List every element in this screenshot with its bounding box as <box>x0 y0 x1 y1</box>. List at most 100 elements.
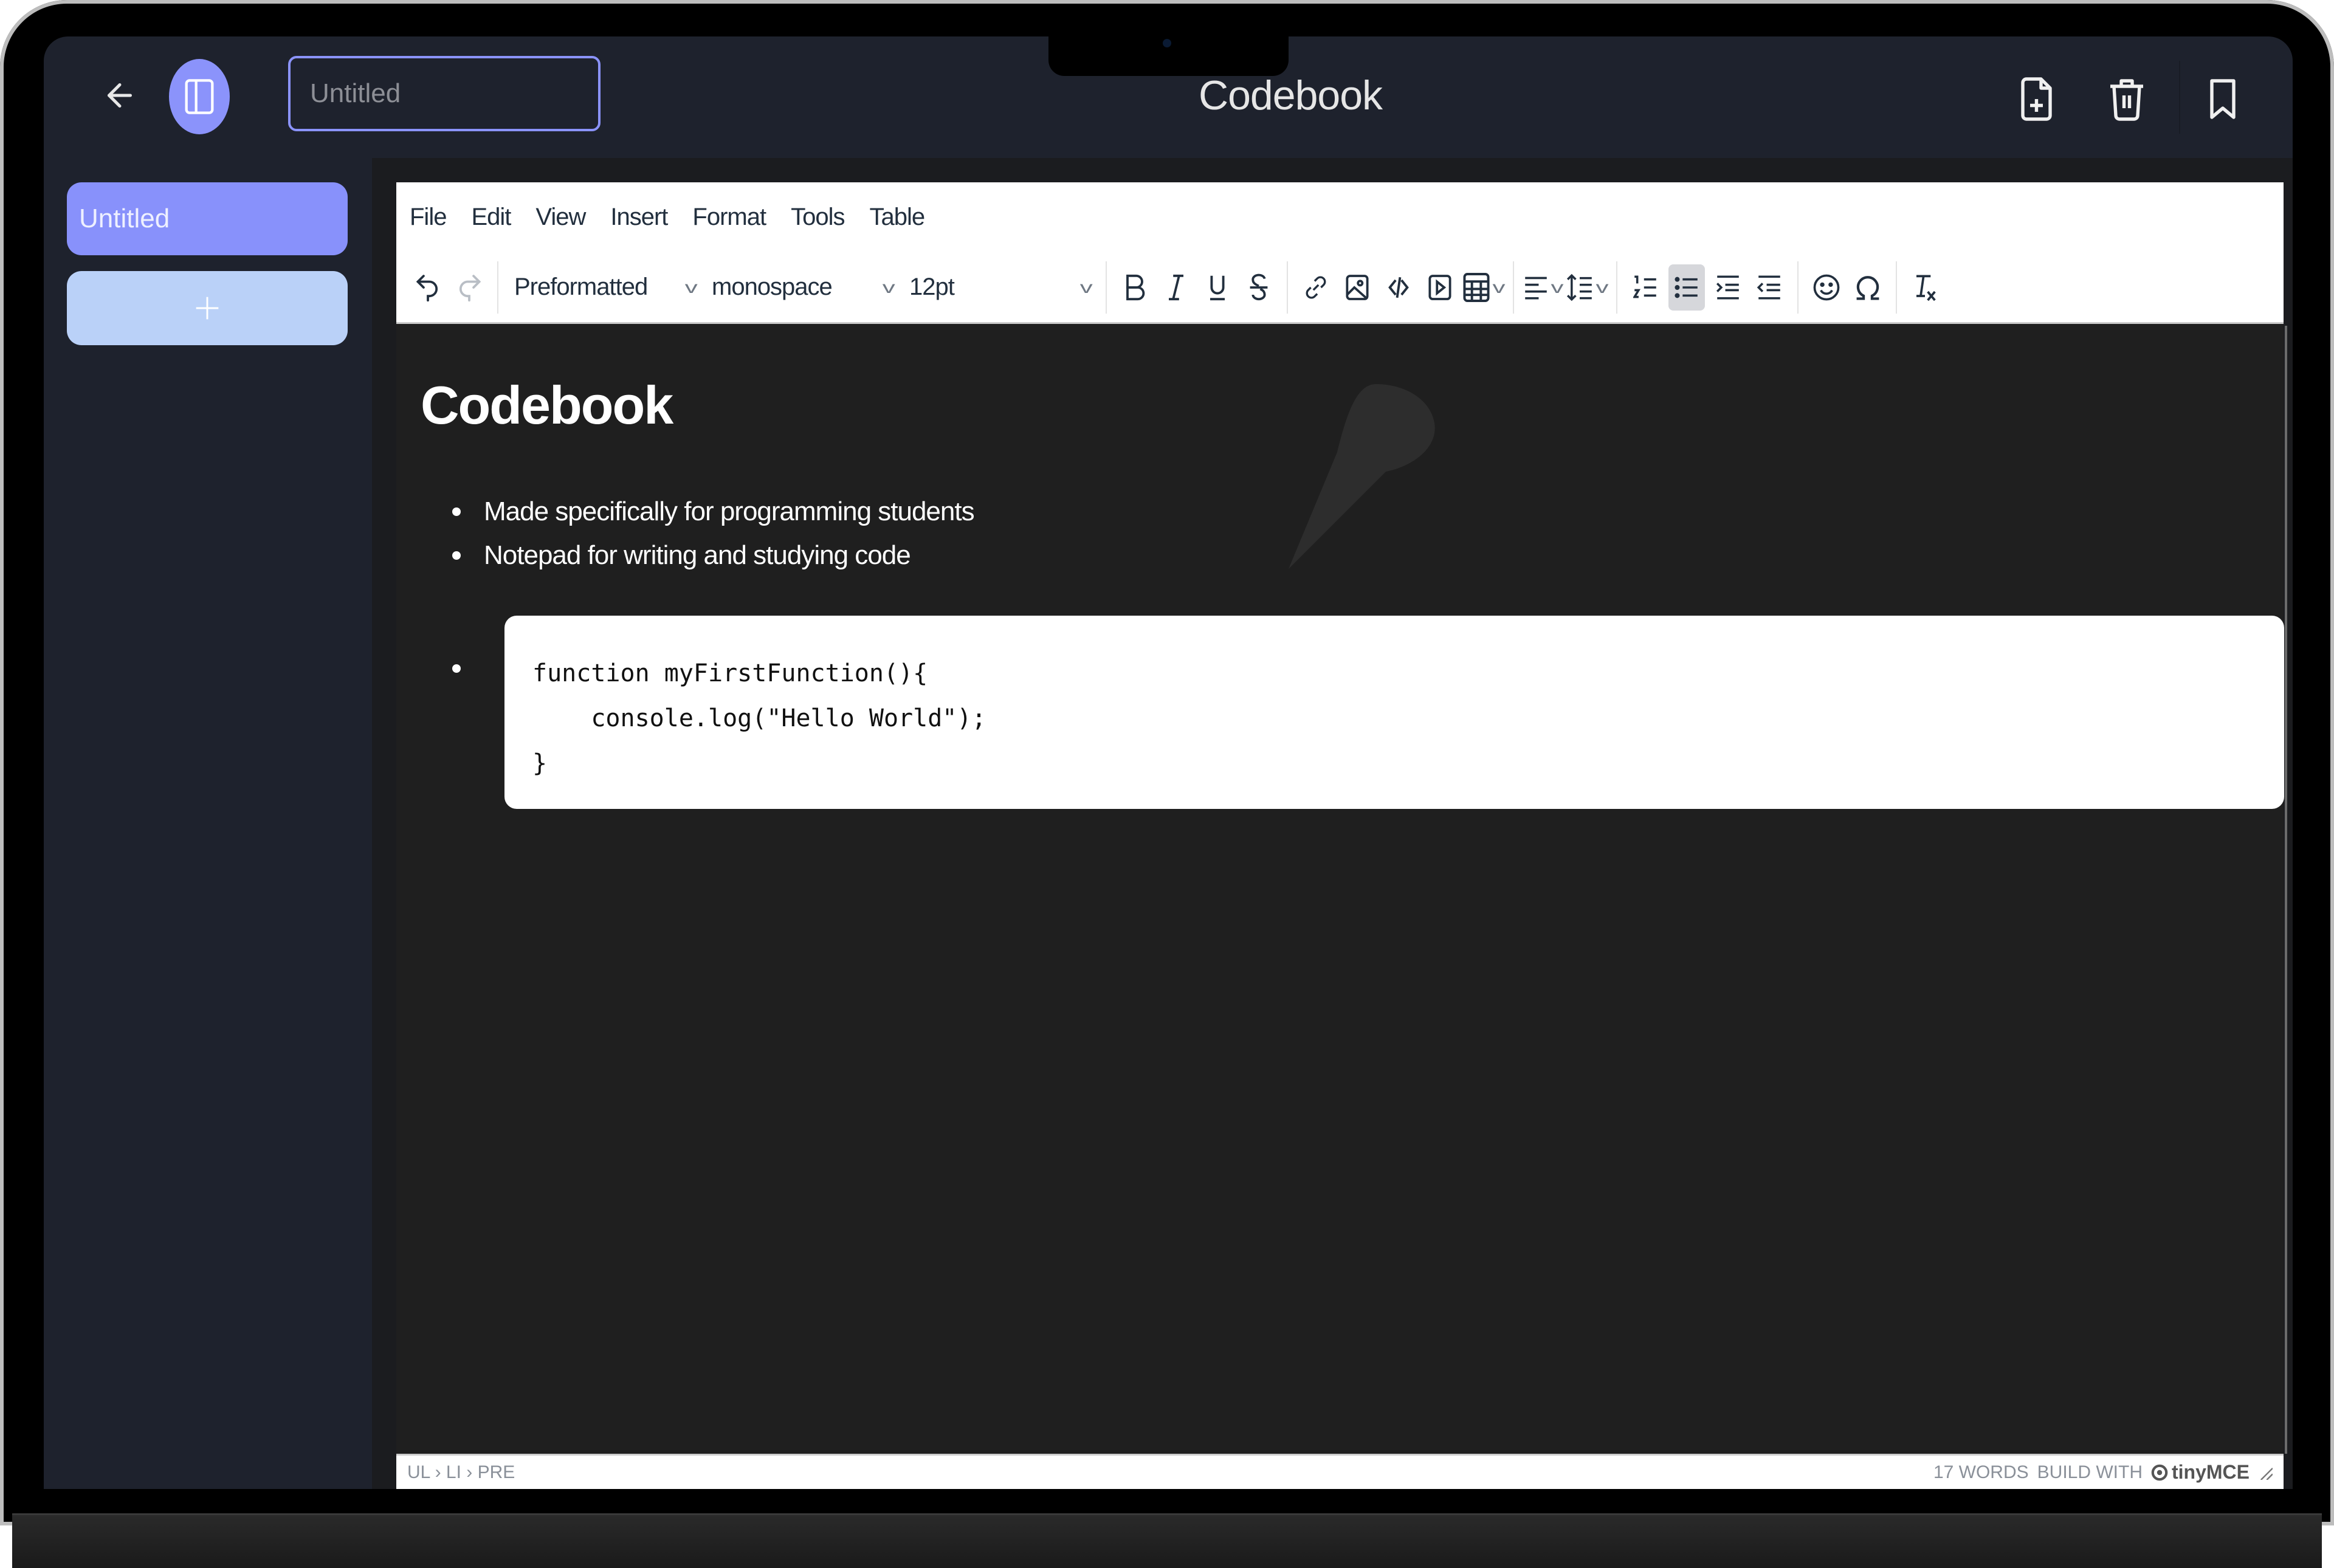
redo-icon <box>460 274 481 301</box>
toolbar-separator <box>497 261 498 314</box>
build-with-label: BUILD WITH <box>2037 1462 2143 1482</box>
list-item: Notepad for writing and studying code <box>421 534 974 577</box>
app-screen: Codebook Untitled File Edit View Insert <box>44 36 2293 1489</box>
menu-format[interactable]: Format <box>692 204 766 231</box>
link-button[interactable] <box>1298 264 1334 311</box>
block-format-select[interactable]: Preformatted v <box>506 264 703 311</box>
underline-button[interactable] <box>1199 264 1236 311</box>
pen-nib-watermark-icon <box>1289 384 1435 569</box>
menu-view[interactable]: View <box>535 204 586 231</box>
table-icon <box>1463 272 1490 302</box>
special-character-button[interactable] <box>1850 264 1886 311</box>
italic-icon <box>1169 274 1183 300</box>
code-list-item: function myFirstFunction(){ console.log(… <box>421 616 2284 809</box>
code-line: } <box>532 749 548 777</box>
file-plus-icon <box>2021 77 2052 121</box>
redo-button[interactable] <box>451 264 487 311</box>
media-button[interactable] <box>1422 264 1458 311</box>
clear-formatting-button[interactable] <box>1907 264 1943 311</box>
image-icon <box>1346 274 1369 300</box>
strikethrough-icon <box>1250 273 1268 300</box>
plus-icon <box>196 297 219 320</box>
menu-tools[interactable]: Tools <box>791 204 845 231</box>
list-item-text: Made specifically for programming studen… <box>484 497 975 526</box>
toolbar-separator <box>1287 261 1288 314</box>
document-heading: Codebook <box>421 375 673 435</box>
strikethrough-button[interactable] <box>1241 264 1277 311</box>
bullet-dot <box>452 507 461 516</box>
font-size-value: 12pt <box>909 273 955 300</box>
word-count[interactable]: 17 WORDS <box>1933 1462 2029 1483</box>
sidebar: Untitled <box>44 158 372 1489</box>
numbered-list-button[interactable] <box>1627 264 1664 311</box>
editor-toolbar: Preformatted v monospace v 12pt v v v v <box>396 252 2284 324</box>
undo-button[interactable] <box>410 264 446 311</box>
smiley-icon <box>1813 274 1840 300</box>
bullet-list-button[interactable] <box>1668 264 1705 311</box>
italic-button[interactable] <box>1158 264 1194 311</box>
line-height-icon <box>1566 273 1592 301</box>
outdent-button[interactable] <box>1751 264 1788 311</box>
sidebar-note-item[interactable]: Untitled <box>67 182 348 255</box>
tinymce-brand-link[interactable]: tinyMCE <box>2151 1461 2250 1484</box>
code-block[interactable]: function myFirstFunction(){ console.log(… <box>504 616 2284 809</box>
status-right: 17 WORDS BUILD WITH tinyMCE <box>1933 1461 2273 1484</box>
bold-button[interactable] <box>1117 264 1153 311</box>
toolbar-separator <box>1616 261 1617 314</box>
code-sample-button[interactable] <box>1380 264 1417 311</box>
bullet-list-icon <box>1675 277 1698 298</box>
block-format-value: Preformatted <box>514 273 648 300</box>
laptop-base <box>12 1513 2322 1568</box>
sidebar-toggle-button[interactable] <box>169 59 230 134</box>
image-button[interactable] <box>1339 264 1375 311</box>
editor-statusbar: UL › LI › PRE 17 WORDS BUILD WITH tinyMC… <box>396 1454 2284 1489</box>
editor-container: File Edit View Insert Format Tools Table… <box>372 158 2293 1489</box>
table-button[interactable]: v <box>1463 264 1506 311</box>
menu-edit[interactable]: Edit <box>471 204 511 231</box>
editor-content-area[interactable]: Codebook Made specifically for programmi… <box>396 326 2284 1454</box>
toolbar-separator <box>1896 261 1897 314</box>
sidebar-panel-icon <box>185 79 214 114</box>
back-button[interactable] <box>98 74 141 117</box>
line-height-button[interactable]: v <box>1566 264 1609 311</box>
align-button[interactable]: v <box>1524 264 1564 311</box>
undo-icon <box>416 274 438 301</box>
note-item-label: Untitled <box>79 204 170 233</box>
font-size-select[interactable]: 12pt v <box>901 264 1098 311</box>
code-icon <box>1388 277 1409 298</box>
new-file-button[interactable] <box>2013 70 2062 128</box>
add-note-button[interactable] <box>67 271 348 345</box>
chevron-down-icon: v <box>684 277 698 297</box>
menu-table[interactable]: Table <box>870 204 926 231</box>
code-line: function myFirstFunction(){ <box>532 659 928 687</box>
editor-scrollbar[interactable] <box>2285 326 2287 1454</box>
toolbar-separator <box>1106 261 1107 314</box>
bookmark-button[interactable] <box>2198 70 2247 128</box>
menu-insert[interactable]: Insert <box>610 204 668 231</box>
media-icon <box>1428 274 1451 300</box>
omega-icon <box>1856 275 1879 300</box>
menu-file[interactable]: File <box>410 204 447 231</box>
chevron-down-icon: v <box>882 277 895 297</box>
bullet-list: Made specifically for programming studen… <box>421 490 975 577</box>
chevron-down-icon: v <box>1596 277 1609 297</box>
emoticons-button[interactable] <box>1808 264 1845 311</box>
toolbar-separator <box>1513 261 1514 314</box>
trash-icon <box>2110 79 2143 121</box>
code-line: console.log("Hello World"); <box>532 704 986 732</box>
toolbar-separator <box>1797 261 1799 314</box>
note-title-input[interactable] <box>288 56 601 131</box>
chevron-down-icon: v <box>1079 277 1093 297</box>
indent-icon <box>1716 275 1739 300</box>
delete-button[interactable] <box>2102 70 2151 128</box>
element-path[interactable]: UL › LI › PRE <box>407 1462 515 1483</box>
editor-menubar: File Edit View Insert Format Tools Table <box>396 182 2284 252</box>
indent-button[interactable] <box>1710 264 1746 311</box>
camera-notch <box>1048 30 1289 76</box>
bold-icon <box>1126 274 1145 300</box>
rich-text-editor: File Edit View Insert Format Tools Table… <box>396 182 2287 1489</box>
font-family-select[interactable]: monospace v <box>703 264 901 311</box>
resize-handle-icon[interactable] <box>2258 1465 2273 1480</box>
bullet-dot <box>452 551 461 560</box>
link-icon <box>1306 275 1326 299</box>
